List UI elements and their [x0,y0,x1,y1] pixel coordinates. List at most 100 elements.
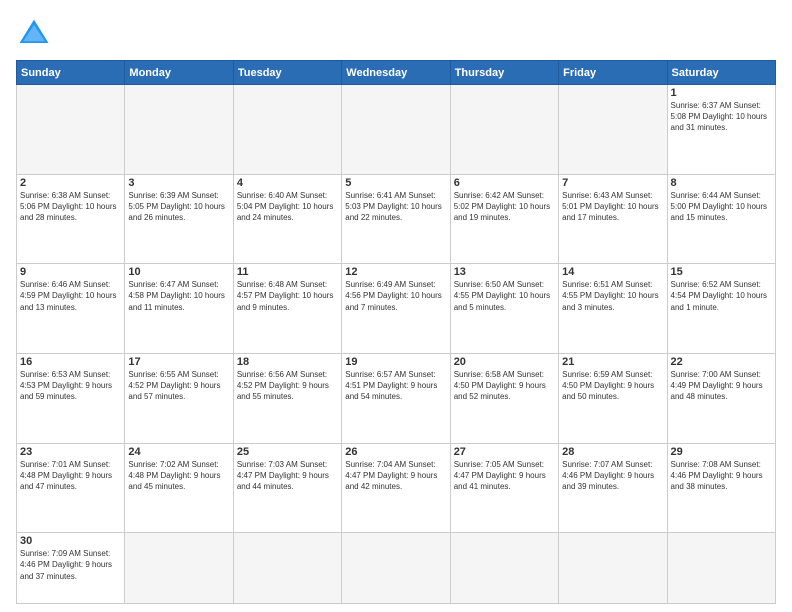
calendar-cell [450,85,558,175]
calendar-cell: 27Sunrise: 7:05 AM Sunset: 4:47 PM Dayli… [450,443,558,533]
calendar-week-row: 30Sunrise: 7:09 AM Sunset: 4:46 PM Dayli… [17,533,776,604]
day-info: Sunrise: 6:49 AM Sunset: 4:56 PM Dayligh… [345,279,446,313]
generalblue-icon [16,16,52,52]
day-number: 17 [128,356,229,368]
calendar-cell: 30Sunrise: 7:09 AM Sunset: 4:46 PM Dayli… [17,533,125,604]
day-number: 16 [20,356,121,368]
weekday-header-thursday: Thursday [450,61,558,85]
day-number: 26 [345,446,446,458]
calendar-cell: 1Sunrise: 6:37 AM Sunset: 5:08 PM Daylig… [667,85,775,175]
day-info: Sunrise: 7:04 AM Sunset: 4:47 PM Dayligh… [345,459,446,493]
weekday-header-friday: Friday [559,61,667,85]
calendar-cell [559,533,667,604]
calendar-cell: 3Sunrise: 6:39 AM Sunset: 5:05 PM Daylig… [125,174,233,264]
day-number: 27 [454,446,555,458]
calendar-cell [125,85,233,175]
weekday-header-saturday: Saturday [667,61,775,85]
day-number: 3 [128,177,229,189]
day-info: Sunrise: 6:44 AM Sunset: 5:00 PM Dayligh… [671,190,772,224]
calendar-cell: 8Sunrise: 6:44 AM Sunset: 5:00 PM Daylig… [667,174,775,264]
calendar-cell: 25Sunrise: 7:03 AM Sunset: 4:47 PM Dayli… [233,443,341,533]
calendar-cell: 21Sunrise: 6:59 AM Sunset: 4:50 PM Dayli… [559,353,667,443]
day-info: Sunrise: 6:55 AM Sunset: 4:52 PM Dayligh… [128,369,229,403]
calendar-cell [233,533,341,604]
calendar-cell: 29Sunrise: 7:08 AM Sunset: 4:46 PM Dayli… [667,443,775,533]
day-info: Sunrise: 6:37 AM Sunset: 5:08 PM Dayligh… [671,100,772,134]
day-info: Sunrise: 6:39 AM Sunset: 5:05 PM Dayligh… [128,190,229,224]
calendar-cell [667,533,775,604]
day-info: Sunrise: 7:02 AM Sunset: 4:48 PM Dayligh… [128,459,229,493]
day-info: Sunrise: 6:40 AM Sunset: 5:04 PM Dayligh… [237,190,338,224]
weekday-header-row: SundayMondayTuesdayWednesdayThursdayFrid… [17,61,776,85]
calendar-cell: 16Sunrise: 6:53 AM Sunset: 4:53 PM Dayli… [17,353,125,443]
day-number: 15 [671,266,772,278]
calendar-cell [450,533,558,604]
day-info: Sunrise: 7:01 AM Sunset: 4:48 PM Dayligh… [20,459,121,493]
day-info: Sunrise: 6:58 AM Sunset: 4:50 PM Dayligh… [454,369,555,403]
calendar-cell: 11Sunrise: 6:48 AM Sunset: 4:57 PM Dayli… [233,264,341,354]
day-number: 18 [237,356,338,368]
day-number: 2 [20,177,121,189]
day-number: 12 [345,266,446,278]
calendar-week-row: 1Sunrise: 6:37 AM Sunset: 5:08 PM Daylig… [17,85,776,175]
day-info: Sunrise: 6:51 AM Sunset: 4:55 PM Dayligh… [562,279,663,313]
calendar-cell: 28Sunrise: 7:07 AM Sunset: 4:46 PM Dayli… [559,443,667,533]
calendar-table: SundayMondayTuesdayWednesdayThursdayFrid… [16,60,776,604]
day-info: Sunrise: 6:41 AM Sunset: 5:03 PM Dayligh… [345,190,446,224]
calendar-cell: 15Sunrise: 6:52 AM Sunset: 4:54 PM Dayli… [667,264,775,354]
day-info: Sunrise: 7:05 AM Sunset: 4:47 PM Dayligh… [454,459,555,493]
calendar-cell [342,85,450,175]
day-number: 8 [671,177,772,189]
calendar-cell: 23Sunrise: 7:01 AM Sunset: 4:48 PM Dayli… [17,443,125,533]
day-number: 22 [671,356,772,368]
day-info: Sunrise: 6:42 AM Sunset: 5:02 PM Dayligh… [454,190,555,224]
day-number: 19 [345,356,446,368]
calendar-cell: 7Sunrise: 6:43 AM Sunset: 5:01 PM Daylig… [559,174,667,264]
day-info: Sunrise: 6:43 AM Sunset: 5:01 PM Dayligh… [562,190,663,224]
day-info: Sunrise: 6:47 AM Sunset: 4:58 PM Dayligh… [128,279,229,313]
calendar-cell: 20Sunrise: 6:58 AM Sunset: 4:50 PM Dayli… [450,353,558,443]
day-number: 1 [671,87,772,99]
day-info: Sunrise: 6:38 AM Sunset: 5:06 PM Dayligh… [20,190,121,224]
calendar-cell: 4Sunrise: 6:40 AM Sunset: 5:04 PM Daylig… [233,174,341,264]
day-info: Sunrise: 7:09 AM Sunset: 4:46 PM Dayligh… [20,548,121,582]
calendar-week-row: 16Sunrise: 6:53 AM Sunset: 4:53 PM Dayli… [17,353,776,443]
calendar-cell: 10Sunrise: 6:47 AM Sunset: 4:58 PM Dayli… [125,264,233,354]
day-info: Sunrise: 6:59 AM Sunset: 4:50 PM Dayligh… [562,369,663,403]
calendar-cell [125,533,233,604]
calendar-cell: 22Sunrise: 7:00 AM Sunset: 4:49 PM Dayli… [667,353,775,443]
day-info: Sunrise: 7:08 AM Sunset: 4:46 PM Dayligh… [671,459,772,493]
day-number: 9 [20,266,121,278]
day-info: Sunrise: 7:03 AM Sunset: 4:47 PM Dayligh… [237,459,338,493]
day-number: 11 [237,266,338,278]
calendar-cell: 6Sunrise: 6:42 AM Sunset: 5:02 PM Daylig… [450,174,558,264]
calendar-cell: 26Sunrise: 7:04 AM Sunset: 4:47 PM Dayli… [342,443,450,533]
header [16,16,776,52]
calendar-cell: 13Sunrise: 6:50 AM Sunset: 4:55 PM Dayli… [450,264,558,354]
day-number: 30 [20,535,121,547]
day-info: Sunrise: 6:46 AM Sunset: 4:59 PM Dayligh… [20,279,121,313]
day-info: Sunrise: 6:48 AM Sunset: 4:57 PM Dayligh… [237,279,338,313]
weekday-header-monday: Monday [125,61,233,85]
day-number: 25 [237,446,338,458]
day-number: 14 [562,266,663,278]
day-number: 10 [128,266,229,278]
day-number: 5 [345,177,446,189]
day-number: 20 [454,356,555,368]
day-info: Sunrise: 6:50 AM Sunset: 4:55 PM Dayligh… [454,279,555,313]
calendar-cell: 9Sunrise: 6:46 AM Sunset: 4:59 PM Daylig… [17,264,125,354]
calendar-cell: 12Sunrise: 6:49 AM Sunset: 4:56 PM Dayli… [342,264,450,354]
day-info: Sunrise: 6:57 AM Sunset: 4:51 PM Dayligh… [345,369,446,403]
calendar-cell [342,533,450,604]
day-info: Sunrise: 6:53 AM Sunset: 4:53 PM Dayligh… [20,369,121,403]
day-number: 29 [671,446,772,458]
weekday-header-sunday: Sunday [17,61,125,85]
day-number: 28 [562,446,663,458]
calendar-week-row: 23Sunrise: 7:01 AM Sunset: 4:48 PM Dayli… [17,443,776,533]
day-info: Sunrise: 7:00 AM Sunset: 4:49 PM Dayligh… [671,369,772,403]
calendar-week-row: 2Sunrise: 6:38 AM Sunset: 5:06 PM Daylig… [17,174,776,264]
day-info: Sunrise: 7:07 AM Sunset: 4:46 PM Dayligh… [562,459,663,493]
calendar-cell: 24Sunrise: 7:02 AM Sunset: 4:48 PM Dayli… [125,443,233,533]
day-number: 21 [562,356,663,368]
calendar-cell: 5Sunrise: 6:41 AM Sunset: 5:03 PM Daylig… [342,174,450,264]
